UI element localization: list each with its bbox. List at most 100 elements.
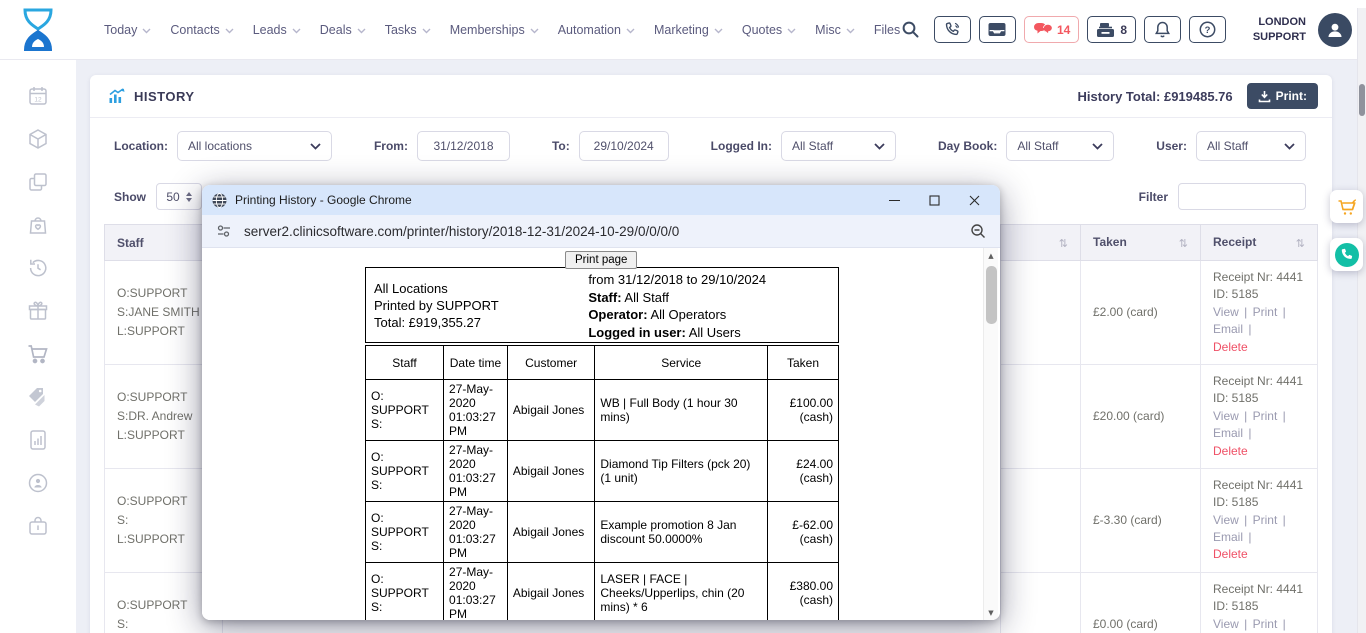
col-blank[interactable]: ⇅	[1001, 225, 1081, 261]
history-icon[interactable]	[26, 256, 50, 280]
print-table: Staff Date time Customer Service Taken O…	[365, 345, 839, 620]
day-book-select[interactable]: All Staff	[1006, 131, 1114, 161]
view-link[interactable]: View	[1213, 409, 1239, 423]
close-button[interactable]	[954, 185, 994, 215]
chevron-down-icon	[1092, 143, 1103, 150]
print-col-service: Service	[595, 346, 768, 380]
filter-input[interactable]	[1178, 183, 1306, 210]
col-receipt[interactable]: Receipt⇅	[1201, 225, 1318, 261]
popup-window-title: Printing History - Google Chrome	[235, 193, 412, 207]
package-icon[interactable]	[26, 127, 50, 151]
report-icon[interactable]	[26, 428, 50, 452]
to-label: To:	[552, 139, 570, 153]
nav-label: Automation	[558, 23, 621, 37]
delete-link[interactable]: Delete	[1213, 443, 1248, 460]
svg-text:?: ?	[1205, 25, 1211, 36]
from-label: From:	[374, 139, 408, 153]
clinicsoftware-logo[interactable]	[18, 7, 58, 53]
gift-icon[interactable]	[26, 299, 50, 323]
nav-item-leads[interactable]: Leads	[253, 23, 301, 37]
view-link[interactable]: View	[1213, 617, 1239, 631]
bell-icon	[1155, 21, 1170, 38]
print-link[interactable]: Print	[1253, 409, 1278, 423]
print-table-row: O: SUPPORT S:27-May-2020 01:03:27 PMAbig…	[366, 563, 839, 621]
zoom-out-icon[interactable]	[970, 223, 986, 239]
nav-item-quotes[interactable]: Quotes	[742, 23, 796, 37]
call-fab-button[interactable]	[1330, 238, 1363, 271]
nav-label: Quotes	[742, 23, 782, 37]
nav-item-files[interactable]: Files	[874, 23, 900, 37]
email-link[interactable]: Email	[1213, 530, 1243, 544]
email-link[interactable]: Email	[1213, 426, 1243, 440]
case-icon[interactable]	[26, 514, 50, 538]
calendar-icon[interactable]: 12	[26, 84, 50, 108]
view-link[interactable]: View	[1213, 305, 1239, 319]
to-date-input[interactable]	[579, 131, 669, 161]
copy-icon[interactable]	[26, 170, 50, 194]
print-link[interactable]: Print	[1253, 617, 1278, 631]
popup-scrollbar[interactable]: ▲ ▼	[983, 248, 998, 620]
nav-item-deals[interactable]: Deals	[320, 23, 366, 37]
delete-link[interactable]: Delete	[1213, 546, 1248, 563]
app-header: Today Contacts Leads Deals Tasks Members…	[0, 0, 1366, 60]
nav-item-today[interactable]: Today	[104, 23, 151, 37]
popup-url[interactable]: server2.clinicsoftware.com/printer/histo…	[244, 224, 679, 239]
inbox-button[interactable]	[979, 16, 1016, 43]
cart-fab-button[interactable]	[1330, 190, 1363, 223]
delete-link[interactable]: Delete	[1213, 339, 1248, 356]
sort-icon[interactable]: ⇅	[1059, 237, 1068, 250]
summary-location: All Locations	[374, 280, 588, 297]
print-button[interactable]: Print:	[1247, 83, 1318, 109]
scroll-up-icon[interactable]: ▲	[984, 248, 998, 263]
minimize-button[interactable]	[874, 185, 914, 215]
location-select[interactable]: All locations	[177, 131, 332, 161]
time-user-icon[interactable]	[26, 471, 50, 495]
email-link[interactable]: Email	[1213, 322, 1243, 336]
view-link[interactable]: View	[1213, 513, 1239, 527]
help-button[interactable]: ?	[1189, 16, 1226, 43]
nav-label: Leads	[253, 23, 287, 37]
user-select[interactable]: All Staff	[1196, 131, 1306, 161]
notifications-button[interactable]	[1144, 16, 1181, 43]
globe-icon	[212, 193, 227, 208]
sort-icon[interactable]: ⇅	[1296, 237, 1305, 250]
search-icon[interactable]	[901, 20, 920, 39]
chevron-down-icon	[292, 28, 301, 34]
chevron-down-icon	[874, 143, 885, 150]
logged-in-select[interactable]: All Staff	[781, 131, 896, 161]
chevron-down-icon	[357, 28, 366, 34]
chevron-down-icon	[225, 28, 234, 34]
tags-icon[interactable]	[26, 385, 50, 409]
user-avatar[interactable]	[1318, 13, 1352, 47]
print-link[interactable]: Print	[1253, 513, 1278, 527]
print-page-button[interactable]: Print page	[565, 251, 637, 269]
till-button[interactable]: 8	[1087, 16, 1136, 43]
show-entries-select[interactable]: 50	[156, 183, 202, 210]
nav-item-misc[interactable]: Misc	[815, 23, 855, 37]
page-scrollbar[interactable]	[1357, 8, 1366, 633]
col-taken[interactable]: Taken⇅	[1081, 225, 1201, 261]
maximize-button[interactable]	[914, 185, 954, 215]
phone-button[interactable]	[934, 16, 971, 43]
nav-item-automation[interactable]: Automation	[558, 23, 635, 37]
page-scrollbar-thumb[interactable]	[1359, 84, 1365, 116]
cart-icon[interactable]	[26, 342, 50, 366]
from-date-input[interactable]	[417, 131, 510, 161]
print-button-label: Print:	[1276, 89, 1307, 103]
nav-item-memberships[interactable]: Memberships	[450, 23, 539, 37]
nav-item-tasks[interactable]: Tasks	[385, 23, 431, 37]
logged-in-label: Logged In:	[711, 139, 772, 153]
scroll-down-icon[interactable]: ▼	[984, 605, 998, 620]
chat-button[interactable]: 14	[1024, 16, 1079, 43]
nav-item-contacts[interactable]: Contacts	[170, 23, 233, 37]
download-icon	[1258, 90, 1271, 103]
nav-label: Files	[874, 23, 900, 37]
popup-titlebar[interactable]: Printing History - Google Chrome	[202, 185, 1000, 215]
card-header: HISTORY History Total: £919485.76 Print:	[90, 75, 1332, 118]
bag-icon[interactable]	[26, 213, 50, 237]
nav-item-marketing[interactable]: Marketing	[654, 23, 723, 37]
till-count-badge: 8	[1120, 23, 1127, 37]
print-link[interactable]: Print	[1253, 305, 1278, 319]
sort-icon[interactable]: ⇅	[1179, 237, 1188, 250]
scrollbar-thumb[interactable]	[986, 266, 997, 324]
